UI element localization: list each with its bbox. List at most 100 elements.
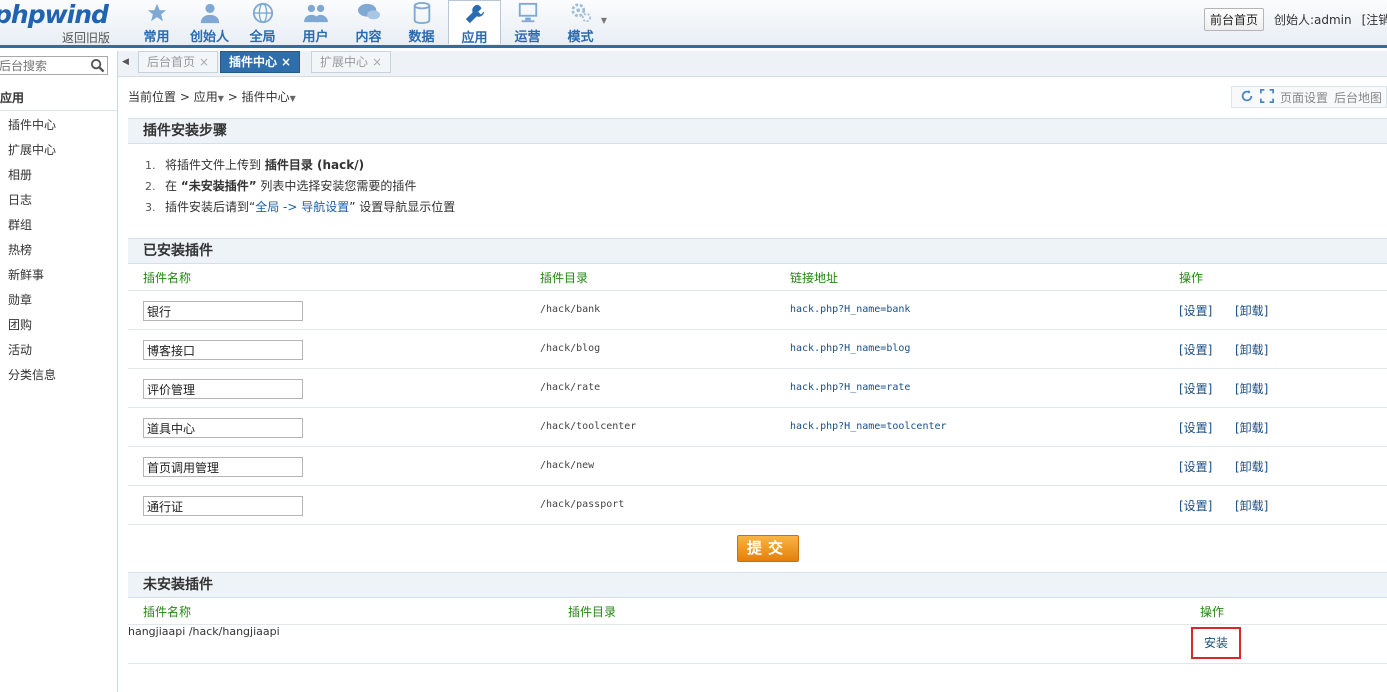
plugin-dir: /hack/bank bbox=[540, 304, 601, 315]
old-version-link[interactable]: 返回旧版 bbox=[62, 29, 110, 46]
plugin-link[interactable]: hack.php?H_name=blog bbox=[790, 343, 910, 354]
database-icon bbox=[395, 0, 448, 28]
monitor-icon bbox=[501, 0, 554, 28]
install-step: 2. 在 “未安装插件” 列表中选择安装您需要的插件 bbox=[145, 179, 417, 193]
plugin-dir: /hack/rate bbox=[540, 382, 601, 393]
nav-item-operations[interactable]: 运营 bbox=[501, 0, 554, 46]
nav-settings-link[interactable]: 全局 -> 导航设置 bbox=[255, 200, 349, 214]
tab-bar: ◀ 后台首页 × 插件中心 × 扩展中心 × bbox=[118, 51, 1387, 77]
plugin-name-input[interactable] bbox=[143, 301, 303, 321]
installed-table-header: 插件名称 插件目录 链接地址 操作 bbox=[128, 265, 1387, 291]
close-icon[interactable]: × bbox=[281, 55, 291, 69]
install-steps-list: 1. 将插件文件上传到 插件目录 (hack/) 2. 在 “未安装插件” 列表中选… bbox=[145, 155, 455, 218]
breadcrumb-plugin-center[interactable]: 插件中心 bbox=[242, 90, 290, 104]
sidebar-item-plugin-center[interactable]: 插件中心 bbox=[8, 113, 56, 138]
plugin-name-input[interactable] bbox=[143, 496, 303, 516]
close-icon[interactable]: × bbox=[199, 55, 209, 69]
uninstall-link[interactable]: [卸载] bbox=[1235, 458, 1268, 475]
refresh-icon[interactable] bbox=[1240, 89, 1254, 106]
uninstall-link[interactable]: [卸载] bbox=[1235, 497, 1268, 514]
sidebar-item-fresh[interactable]: 新鲜事 bbox=[8, 263, 56, 288]
table-row: /hack/blog hack.php?H_name=blog [设置] [卸载] bbox=[128, 330, 1387, 369]
fullscreen-icon[interactable] bbox=[1259, 88, 1274, 106]
page-settings-link[interactable]: 页面设置 bbox=[1280, 89, 1328, 106]
breadcrumb: 当前位置 > 应用▼ > 插件中心▼ bbox=[128, 88, 296, 105]
search-input[interactable] bbox=[0, 57, 87, 74]
table-row: /hack/passport [设置] [卸载] bbox=[128, 486, 1387, 525]
logo[interactable]: phpwind 返回旧版 bbox=[0, 0, 115, 46]
sidebar-search bbox=[0, 56, 108, 75]
nav-item-global[interactable]: 全局 bbox=[236, 0, 289, 46]
chevron-down-icon[interactable]: ▼ bbox=[601, 16, 607, 25]
breadcrumb-apps[interactable]: 应用 bbox=[194, 90, 218, 104]
settings-link[interactable]: [设置] bbox=[1179, 341, 1212, 358]
plugin-link[interactable]: hack.php?H_name=bank bbox=[790, 304, 910, 315]
install-steps-header: 插件安装步骤 bbox=[128, 118, 1387, 144]
plugin-dir: /hack/passport bbox=[540, 499, 625, 510]
uninstall-link[interactable]: [卸载] bbox=[1235, 419, 1268, 436]
front-home-button[interactable]: 前台首页 bbox=[1203, 8, 1264, 31]
search-icon[interactable] bbox=[90, 58, 105, 76]
plugin-name-input[interactable] bbox=[143, 340, 303, 360]
column-header: 插件名称 bbox=[143, 605, 192, 619]
gears-icon bbox=[554, 0, 607, 28]
uninstall-link[interactable]: [卸载] bbox=[1235, 302, 1268, 319]
settings-link[interactable]: [设置] bbox=[1179, 497, 1212, 514]
logout-link[interactable]: [注销] bbox=[1362, 11, 1387, 28]
uninstalled-plugins-header: 未安装插件 bbox=[128, 572, 1387, 598]
sidebar-list: 插件中心 扩展中心 相册 日志 群组 热榜 新鲜事 勋章 团购 活动 分类信息 bbox=[8, 113, 56, 388]
caret-down-icon[interactable]: ▼ bbox=[290, 94, 296, 103]
nav-item-common[interactable]: 常用 bbox=[130, 0, 183, 46]
column-header: 操作 bbox=[1200, 605, 1225, 619]
top-header: phpwind 返回旧版 常用 创始人 全局 用户 内容 数据 应用 运营 模式… bbox=[0, 0, 1387, 48]
uninstall-link[interactable]: [卸载] bbox=[1235, 380, 1268, 397]
table-row: /hack/new [设置] [卸载] bbox=[128, 447, 1387, 486]
nav-label: 应用 bbox=[461, 31, 488, 46]
settings-link[interactable]: [设置] bbox=[1179, 380, 1212, 397]
star-icon bbox=[130, 0, 183, 28]
sidebar-item-diary[interactable]: 日志 bbox=[8, 188, 56, 213]
sidebar-item-group-buy[interactable]: 团购 bbox=[8, 313, 56, 338]
caret-down-icon[interactable]: ▼ bbox=[218, 94, 224, 103]
nav-item-mode[interactable]: 模式 ▼ bbox=[554, 0, 607, 46]
table-row: /hack/toolcenter hack.php?H_name=toolcent… bbox=[128, 408, 1387, 447]
nav-item-content[interactable]: 内容 bbox=[342, 0, 395, 46]
settings-link[interactable]: [设置] bbox=[1179, 302, 1212, 319]
settings-link[interactable]: [设置] bbox=[1179, 419, 1212, 436]
uninstall-link[interactable]: [卸载] bbox=[1235, 341, 1268, 358]
uninstalled-table-header: 插件名称 插件目录 操作 bbox=[128, 599, 1387, 625]
sidebar-item-hot-list[interactable]: 热榜 bbox=[8, 238, 56, 263]
plugin-link[interactable]: hack.php?H_name=toolcenter bbox=[790, 421, 947, 432]
sidebar-item-classifieds[interactable]: 分类信息 bbox=[8, 363, 56, 388]
sidebar-item-groups[interactable]: 群组 bbox=[8, 213, 56, 238]
settings-link[interactable]: [设置] bbox=[1179, 458, 1212, 475]
column-header: 插件名称 bbox=[143, 271, 192, 285]
plugin-dir: /hack/hangjiaapi bbox=[188, 625, 280, 638]
admin-map-link[interactable]: 后台地图 bbox=[1334, 89, 1382, 106]
sidebar-item-album[interactable]: 相册 bbox=[8, 163, 56, 188]
plugin-name-input[interactable] bbox=[143, 418, 303, 438]
main-nav: 常用 创始人 全局 用户 内容 数据 应用 运营 模式 ▼ bbox=[130, 0, 607, 46]
tab-admin-home[interactable]: 后台首页 × bbox=[138, 51, 219, 73]
tab-scroll-left-icon[interactable]: ◀ bbox=[122, 57, 129, 67]
plugin-link[interactable]: hack.php?H_name=rate bbox=[790, 382, 910, 393]
nav-item-users[interactable]: 用户 bbox=[289, 0, 342, 46]
close-icon[interactable]: × bbox=[372, 55, 382, 69]
nav-label: 用户 bbox=[302, 30, 329, 45]
sidebar-item-extension-center[interactable]: 扩展中心 bbox=[8, 138, 56, 163]
plugin-name-input[interactable] bbox=[143, 379, 303, 399]
installed-plugins-header: 已安装插件 bbox=[128, 238, 1387, 264]
nav-item-founder[interactable]: 创始人 bbox=[183, 0, 236, 46]
nav-item-apps[interactable]: 应用 bbox=[448, 0, 501, 46]
tab-extension-center[interactable]: 扩展中心 × bbox=[311, 51, 392, 73]
nav-item-data[interactable]: 数据 bbox=[395, 0, 448, 46]
plugin-dir: /hack/blog bbox=[540, 343, 601, 354]
install-button[interactable]: 安装 bbox=[1191, 627, 1241, 659]
sidebar-item-activities[interactable]: 活动 bbox=[8, 338, 56, 363]
nav-label: 内容 bbox=[355, 30, 382, 45]
submit-button[interactable]: 提交 bbox=[737, 535, 799, 562]
tab-label: 插件中心 bbox=[229, 55, 278, 69]
plugin-name-input[interactable] bbox=[143, 457, 303, 477]
tab-plugin-center[interactable]: 插件中心 × bbox=[220, 51, 301, 73]
sidebar-item-medals[interactable]: 勋章 bbox=[8, 288, 56, 313]
